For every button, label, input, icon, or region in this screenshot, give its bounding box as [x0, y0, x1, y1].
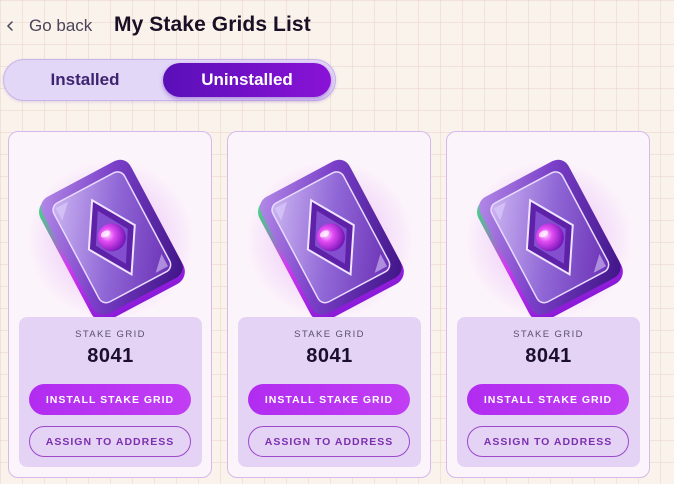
- stake-grid-card-image: [240, 152, 420, 322]
- card-id-value: 8041: [306, 345, 353, 367]
- assign-to-address-button[interactable]: ASSIGN TO ADDRESS: [467, 426, 629, 457]
- chevron-left-icon: [6, 21, 13, 31]
- tab-installed[interactable]: Installed: [7, 63, 163, 97]
- go-back-button[interactable]: Go back: [6, 14, 92, 38]
- install-stake-grid-button[interactable]: INSTALL STAKE GRID: [248, 384, 410, 415]
- install-status-toggle: Installed Uninstalled: [3, 59, 336, 101]
- assign-to-address-button[interactable]: ASSIGN TO ADDRESS: [29, 426, 191, 457]
- stake-grid-card-image: [21, 152, 201, 322]
- assign-to-address-button[interactable]: ASSIGN TO ADDRESS: [248, 426, 410, 457]
- install-stake-grid-button[interactable]: INSTALL STAKE GRID: [467, 384, 629, 415]
- stake-grid-card-image: [459, 152, 639, 322]
- card-info-panel: STAKE GRID 8041 INSTALL STAKE GRID ASSIG…: [457, 317, 640, 467]
- page-title: My Stake Grids List: [114, 13, 311, 36]
- stake-grid-card: STAKE GRID 8041 INSTALL STAKE GRID ASSIG…: [446, 131, 650, 478]
- card-id-value: 8041: [87, 345, 134, 367]
- card-type-label: STAKE GRID: [75, 329, 146, 340]
- go-back-label: Go back: [29, 16, 93, 35]
- stake-grid-card: STAKE GRID 8041 INSTALL STAKE GRID ASSIG…: [227, 131, 431, 478]
- stake-grid-card: STAKE GRID 8041 INSTALL STAKE GRID ASSIG…: [8, 131, 212, 478]
- card-type-label: STAKE GRID: [513, 329, 584, 340]
- card-type-label: STAKE GRID: [294, 329, 365, 340]
- tab-uninstalled[interactable]: Uninstalled: [163, 63, 331, 97]
- install-stake-grid-button[interactable]: INSTALL STAKE GRID: [29, 384, 191, 415]
- card-info-panel: STAKE GRID 8041 INSTALL STAKE GRID ASSIG…: [238, 317, 421, 467]
- card-id-value: 8041: [525, 345, 572, 367]
- card-info-panel: STAKE GRID 8041 INSTALL STAKE GRID ASSIG…: [19, 317, 202, 467]
- header: Go back My Stake Grids List: [0, 0, 674, 54]
